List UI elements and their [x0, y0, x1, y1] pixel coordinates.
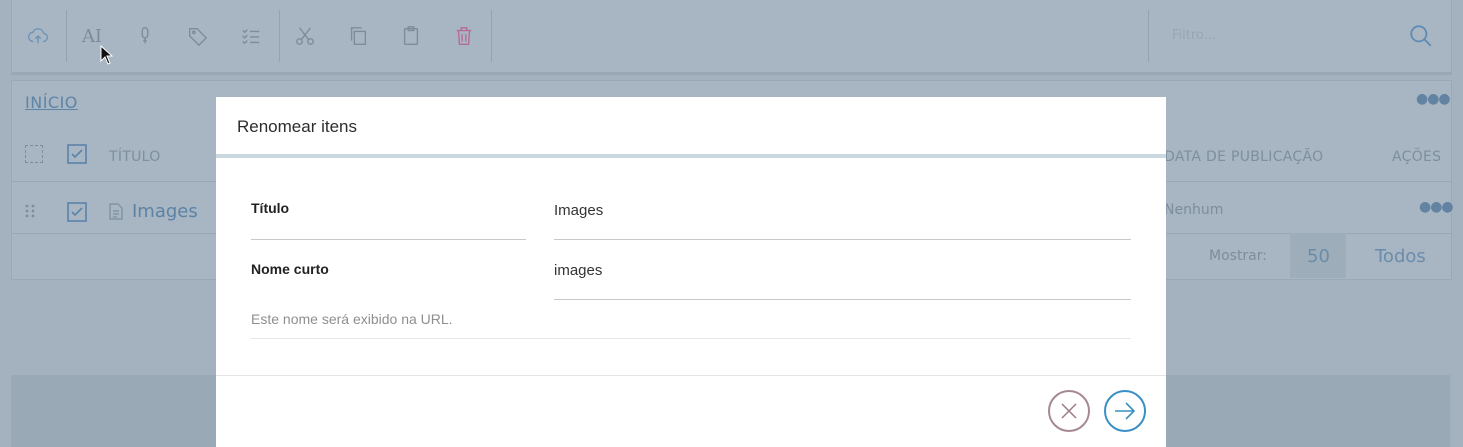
page-size-all[interactable]: Todos	[1375, 246, 1426, 267]
column-header-actions: AÇÕES	[1392, 149, 1442, 165]
mouse-cursor-icon	[100, 44, 114, 69]
more-options-icon[interactable]: ●●●	[1416, 91, 1451, 107]
rename-dialog: Renomear itens Título Images Nome curto …	[216, 97, 1166, 447]
toolbar-divider	[279, 10, 280, 62]
row-checkbox[interactable]	[67, 202, 87, 226]
dialog-title: Renomear itens	[237, 117, 358, 136]
field-label-short-name: Nome curto	[251, 261, 329, 277]
breadcrumb[interactable]: INÍCIO	[25, 93, 78, 112]
toolbar-divider	[491, 10, 492, 62]
delete-icon[interactable]	[448, 20, 480, 52]
copy-icon[interactable]	[342, 20, 374, 52]
arrow-right-icon	[1115, 402, 1136, 420]
field-label-title: Título	[251, 200, 290, 216]
select-all-checkbox[interactable]	[67, 144, 87, 168]
row-title-link[interactable]: Images	[132, 201, 198, 222]
tag-icon[interactable]	[182, 20, 214, 52]
toolbar-divider	[1148, 10, 1149, 62]
row-publish-date: Nenhum	[1164, 202, 1224, 218]
title-input-underline	[554, 239, 1131, 240]
toolbar: AI Filtro...	[11, 0, 1452, 75]
close-icon	[1061, 403, 1077, 419]
confirm-button[interactable]	[1104, 390, 1146, 432]
toolbar-divider	[66, 10, 67, 62]
pagination-label: Mostrar:	[1209, 248, 1267, 264]
cut-icon[interactable]	[289, 20, 321, 52]
checklist-icon[interactable]	[235, 20, 267, 52]
paste-icon[interactable]	[395, 20, 427, 52]
filter-input[interactable]: Filtro...	[1162, 22, 1402, 50]
cancel-button[interactable]	[1048, 390, 1090, 432]
row-actions-icon[interactable]: ●●●	[1419, 199, 1454, 215]
page-size-50[interactable]: 50	[1307, 246, 1330, 267]
column-header-title[interactable]: TÍTULO	[109, 149, 161, 165]
title-input[interactable]: Images	[554, 202, 603, 219]
dialog-footer-divider	[216, 375, 1166, 376]
dialog-header-divider	[216, 154, 1166, 158]
upload-cloud-icon[interactable]	[22, 20, 54, 52]
divider	[251, 338, 1131, 339]
column-header-publish-date[interactable]: DATA DE PUBLICAÇÃO	[1164, 149, 1323, 165]
short-name-input[interactable]: images	[554, 262, 602, 279]
microphone-icon[interactable]	[129, 20, 161, 52]
search-icon[interactable]	[1405, 20, 1437, 52]
document-icon	[109, 203, 123, 224]
divider	[251, 239, 526, 240]
short-name-input-underline	[554, 299, 1131, 300]
short-name-hint: Este nome será exibido na URL.	[251, 311, 453, 327]
drag-handle-icon[interactable]	[24, 203, 36, 223]
column-settings-icon[interactable]	[25, 145, 43, 163]
